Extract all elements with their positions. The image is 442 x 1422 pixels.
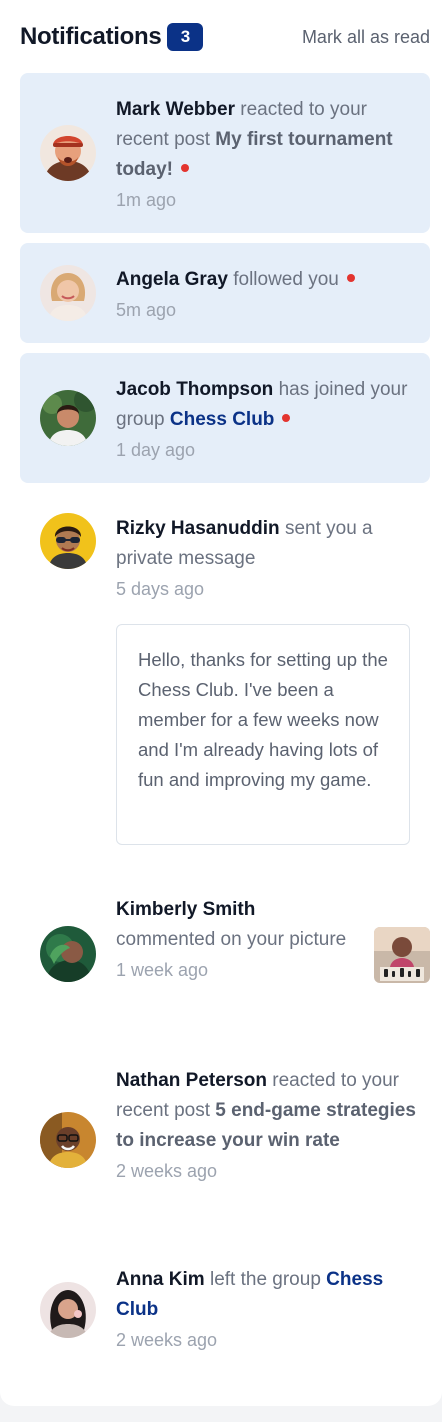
notification-content: Mark Webber reacted to your recent post … [116,95,418,215]
unread-dot-icon [181,164,189,172]
notification-item[interactable]: Angela Gray followed you 5m ago [20,243,430,343]
notification-action: followed you [233,269,339,290]
notifications-header: Notifications 3 Mark all as read [20,18,430,56]
avatar[interactable] [40,125,96,181]
user-name[interactable]: Nathan Peterson [116,1070,267,1091]
timestamp: 1m ago [116,190,177,210]
notification-content: Angela Gray followed you 5m ago [116,265,418,325]
unread-dot-icon [282,414,291,422]
unread-count-badge: 3 [167,23,204,51]
avatar[interactable] [40,926,96,982]
user-name[interactable]: Kimberly Smith [116,899,255,920]
user-name[interactable]: Rizky Hasanuddin [116,518,280,539]
avatar[interactable] [40,1282,96,1338]
notification-content: Kimberly Smith commented on your picture… [116,895,430,985]
private-message-preview[interactable]: Hello, thanks for setting up the Chess C… [116,624,410,845]
avatar[interactable] [40,265,96,321]
page-title: Notifications [20,23,162,50]
notification-content: Rizky Hasanuddin sent you a private mess… [116,514,418,604]
avatar[interactable] [40,1112,96,1168]
avatar[interactable] [40,390,96,446]
timestamp: 1 week ago [116,960,209,980]
timestamp: 1 day ago [116,440,196,460]
avatar[interactable] [40,513,96,569]
timestamp: 5m ago [116,300,177,320]
title-group: Notifications 3 [20,23,204,51]
timestamp: 2 weeks ago [116,1161,218,1181]
notification-content: Nathan Peterson reacted to your recent p… [116,1066,418,1186]
notification-action: left the group [209,1269,321,1290]
timestamp: 5 days ago [116,579,205,599]
group-link[interactable]: Chess Club [170,409,275,430]
notification-content: Jacob Thompson has joined your group Che… [116,375,418,465]
user-name[interactable]: Jacob Thompson [116,379,273,400]
notification-item[interactable]: Kimberly Smith commented on your picture… [20,873,430,1023]
notification-item[interactable]: Nathan Peterson reacted to your recent p… [20,1043,430,1223]
user-name[interactable]: Angela Gray [116,269,228,290]
unread-dot-icon [346,274,355,282]
notification-action: commented on your picture [116,929,347,950]
notification-content: Anna Kim left the group Chess Club 2 wee… [116,1265,418,1355]
user-name[interactable]: Mark Webber [116,99,235,120]
mark-all-as-read-button[interactable]: Mark all as read [302,27,430,48]
user-name[interactable]: Anna Kim [116,1269,205,1290]
notifications-panel: Notifications 3 Mark all as read Mark We… [0,0,442,1406]
timestamp: 2 weeks ago [116,1330,218,1350]
notification-item[interactable]: Jacob Thompson has joined your group Che… [20,353,430,483]
notification-item[interactable]: Anna Kim left the group Chess Club 2 wee… [20,1243,430,1373]
notification-item[interactable]: Rizky Hasanuddin sent you a private mess… [20,493,430,603]
commented-picture-thumbnail[interactable] [374,927,430,983]
notification-item[interactable]: Mark Webber reacted to your recent post … [20,73,430,233]
